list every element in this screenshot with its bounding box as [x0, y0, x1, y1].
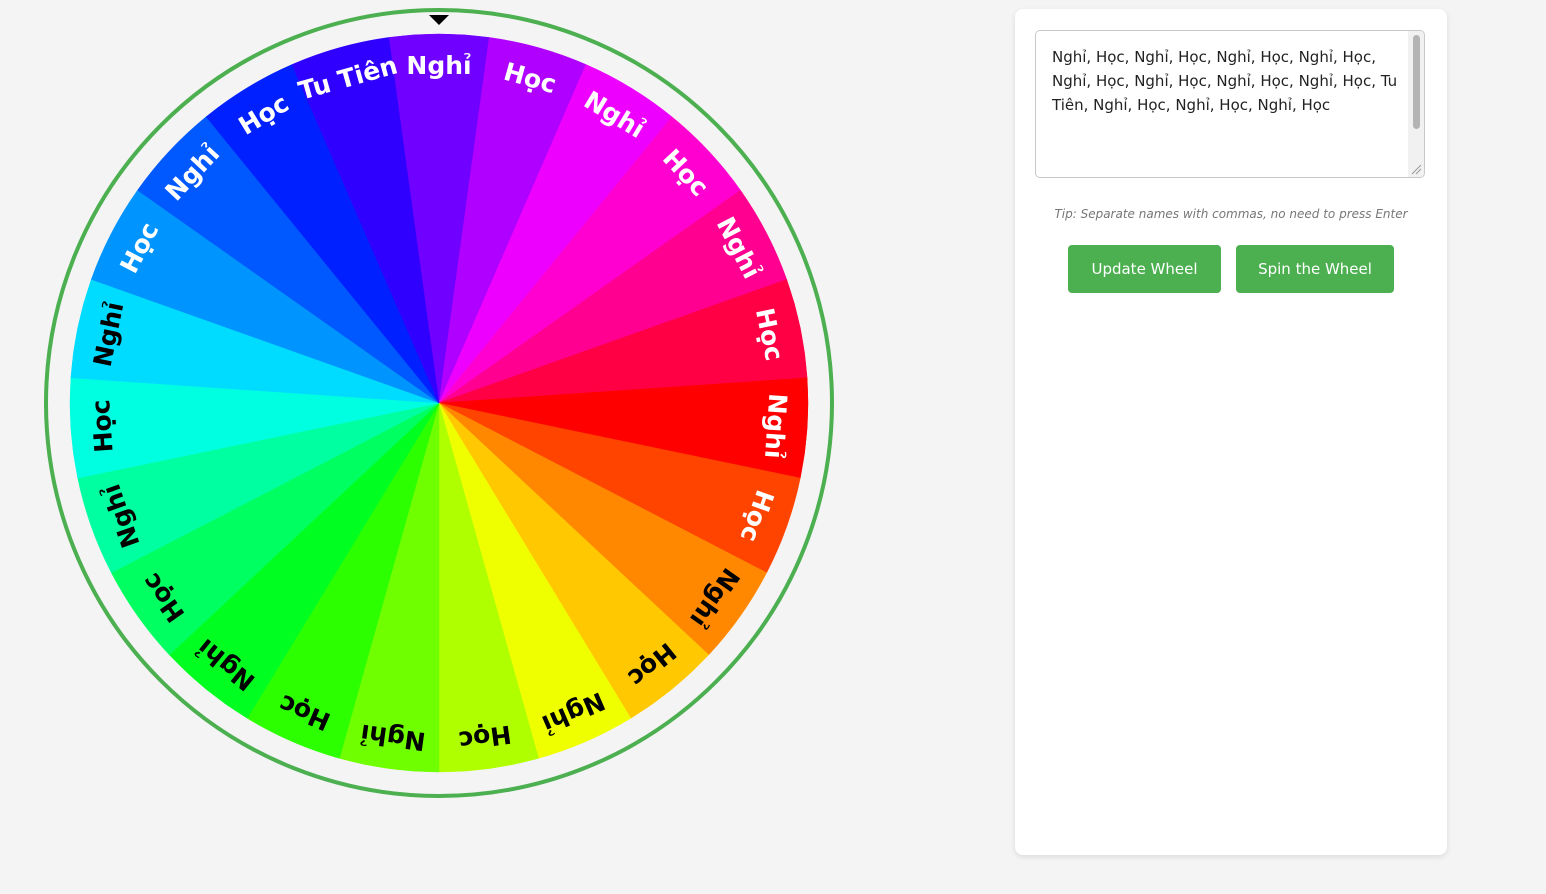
wheel-segment-label: Nghỉ — [759, 393, 792, 460]
tip-text: Tip: Separate names with commas, no need… — [1054, 207, 1408, 221]
spin-wheel[interactable]: Nghỉ HọcNghỉHọcNghỉHọcNghỉHọcNghỉHọcNghỉH… — [0, 0, 880, 894]
spin-wheel-button[interactable]: Spin the Wheel — [1236, 245, 1394, 293]
update-wheel-button[interactable]: Update Wheel — [1068, 245, 1221, 293]
names-textarea-value[interactable]: Nghỉ, Học, Nghỉ, Học, Nghỉ, Học, Nghỉ, H… — [1052, 45, 1402, 117]
names-textarea[interactable]: Nghỉ, Học, Nghỉ, Học, Nghỉ, Học, Nghỉ, H… — [1035, 30, 1425, 178]
wheel-segment-label: Học — [86, 399, 119, 454]
textarea-scrollbar-thumb[interactable] — [1413, 35, 1420, 129]
wheel-segments — [69, 33, 809, 773]
resize-grip-icon[interactable] — [1411, 164, 1422, 175]
wheel-segment-label: Nghỉ — [406, 51, 471, 80]
control-panel: Nghỉ, Học, Nghỉ, Học, Nghỉ, Học, Nghỉ, H… — [1015, 9, 1447, 855]
wheel-area: Nghỉ Học Nghỉ Học Nghỉ Học Nghỉ Học Nghỉ Học Nghỉ H… — [0, 0, 880, 894]
textarea-scrollbar[interactable] — [1408, 31, 1424, 177]
